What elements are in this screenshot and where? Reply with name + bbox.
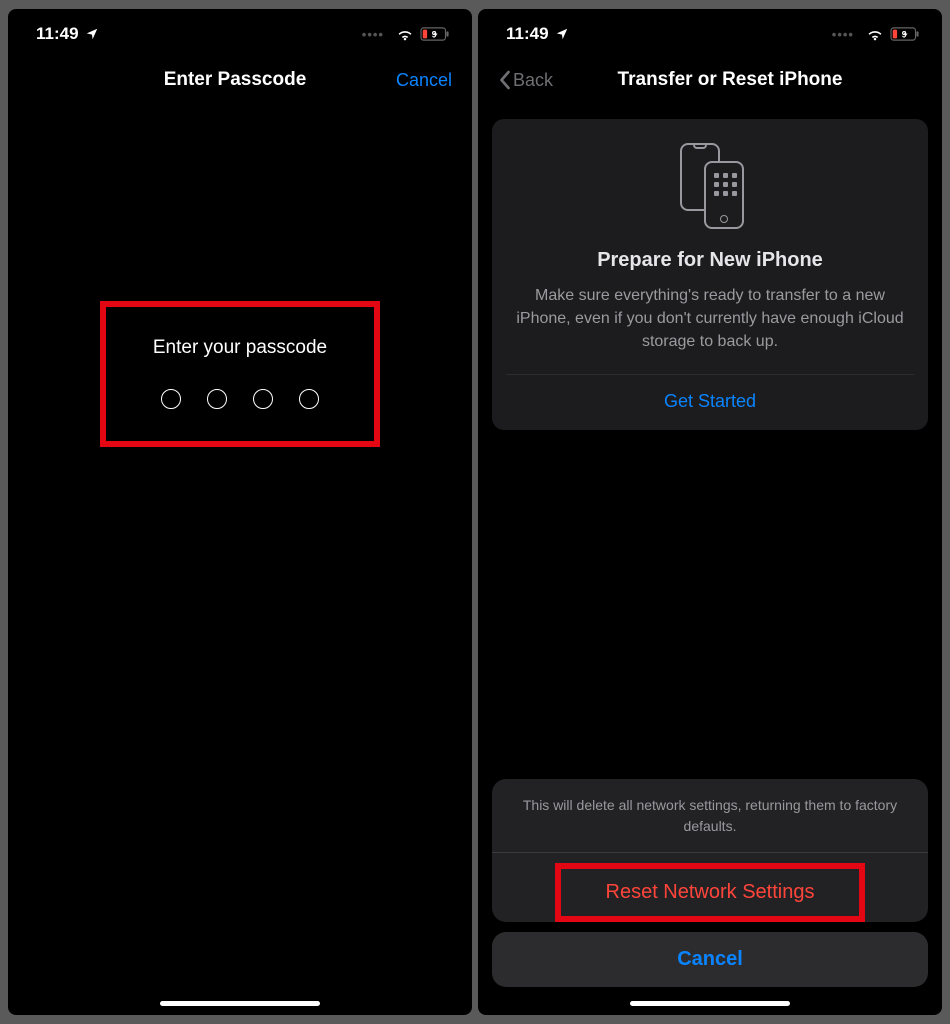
devices-icon [670, 141, 750, 231]
passcode-dot [253, 389, 273, 409]
screenshot-right: 11:49 •••• 9 Back Transfer or Reset iPho… [478, 9, 942, 1015]
action-sheet: This will delete all network settings, r… [492, 779, 928, 987]
nav-bar: Back Transfer or Reset iPhone [478, 53, 942, 101]
home-indicator[interactable] [160, 1001, 320, 1006]
home-indicator[interactable] [630, 1001, 790, 1006]
status-bar: 11:49 •••• 9 [8, 9, 472, 53]
back-label: Back [513, 70, 553, 91]
passcode-dots[interactable] [122, 389, 358, 409]
nav-title: Enter Passcode [98, 69, 372, 91]
wifi-icon [396, 27, 414, 41]
status-left: 11:49 [36, 24, 99, 44]
cancel-button[interactable]: Cancel [372, 70, 452, 91]
passcode-highlight: Enter your passcode [100, 301, 380, 447]
sheet-cancel-button[interactable]: Cancel [492, 932, 928, 987]
passcode-dot [207, 389, 227, 409]
passcode-dot [299, 389, 319, 409]
status-time: 11:49 [36, 24, 79, 44]
reset-network-settings-button[interactable]: Reset Network Settings [555, 863, 865, 922]
card-description: Make sure everything's ready to transfer… [492, 284, 928, 374]
sheet-message: This will delete all network settings, r… [492, 779, 928, 852]
screenshot-left: 11:49 •••• 9 Enter Passcode Cancel Enter… [8, 9, 472, 1015]
nav-title: Transfer or Reset iPhone [618, 69, 843, 91]
passcode-dot [161, 389, 181, 409]
prepare-card: Prepare for New iPhone Make sure everyth… [492, 119, 928, 430]
status-right: •••• 9 [832, 27, 920, 42]
status-right: •••• 9 [362, 27, 450, 42]
location-icon [555, 27, 569, 41]
wifi-icon [866, 27, 884, 41]
get-started-button[interactable]: Get Started [492, 375, 928, 430]
cellular-dots-icon: •••• [832, 27, 854, 42]
card-title: Prepare for New iPhone [492, 249, 928, 272]
back-button[interactable]: Back [498, 70, 578, 91]
status-left: 11:49 [506, 24, 569, 44]
status-bar: 11:49 •••• 9 [478, 9, 942, 53]
cellular-dots-icon: •••• [362, 27, 384, 42]
sheet-action-container: Reset Network Settings [492, 852, 928, 922]
nav-bar: Enter Passcode Cancel [8, 53, 472, 101]
location-icon [85, 27, 99, 41]
passcode-prompt: Enter your passcode [122, 337, 358, 359]
chevron-left-icon [498, 70, 511, 90]
battery-icon: 9 [420, 27, 450, 41]
status-time: 11:49 [506, 24, 549, 44]
battery-icon: 9 [890, 27, 920, 41]
